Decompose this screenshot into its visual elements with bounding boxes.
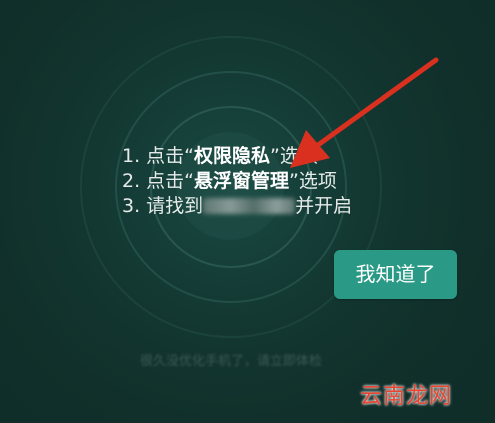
step-suffix: ”选项 xyxy=(270,145,318,167)
instruction-list: 1. 点击“权限隐私”选项 2. 点击“悬浮窗管理”选项 3. 请找到 并开启 xyxy=(122,144,352,219)
dialog-screen: 1. 点击“权限隐私”选项 2. 点击“悬浮窗管理”选项 3. 请找到 并开启 我… xyxy=(0,0,495,423)
redacted-app-name xyxy=(203,198,296,214)
step-suffix: 并开启 xyxy=(295,195,353,217)
watermark-logo: 云南龙网 xyxy=(360,384,453,409)
step-prefix: 1. 点击“ xyxy=(122,145,195,167)
instruction-step-1: 1. 点击“权限隐私”选项 xyxy=(122,144,352,169)
got-it-button[interactable]: 我知道了 xyxy=(334,250,457,299)
step-prefix: 3. 请找到 xyxy=(122,195,204,217)
step-highlight: 权限隐私 xyxy=(194,145,271,167)
instruction-step-3: 3. 请找到 并开启 xyxy=(122,194,352,219)
instruction-step-2: 2. 点击“悬浮窗管理”选项 xyxy=(122,169,352,194)
background-hint-text: 很久没优化手机了，请立即体检 xyxy=(140,354,323,369)
step-highlight: 悬浮窗管理 xyxy=(194,170,290,192)
step-prefix: 2. 点击“ xyxy=(122,170,195,192)
step-suffix: ”选项 xyxy=(289,170,337,192)
